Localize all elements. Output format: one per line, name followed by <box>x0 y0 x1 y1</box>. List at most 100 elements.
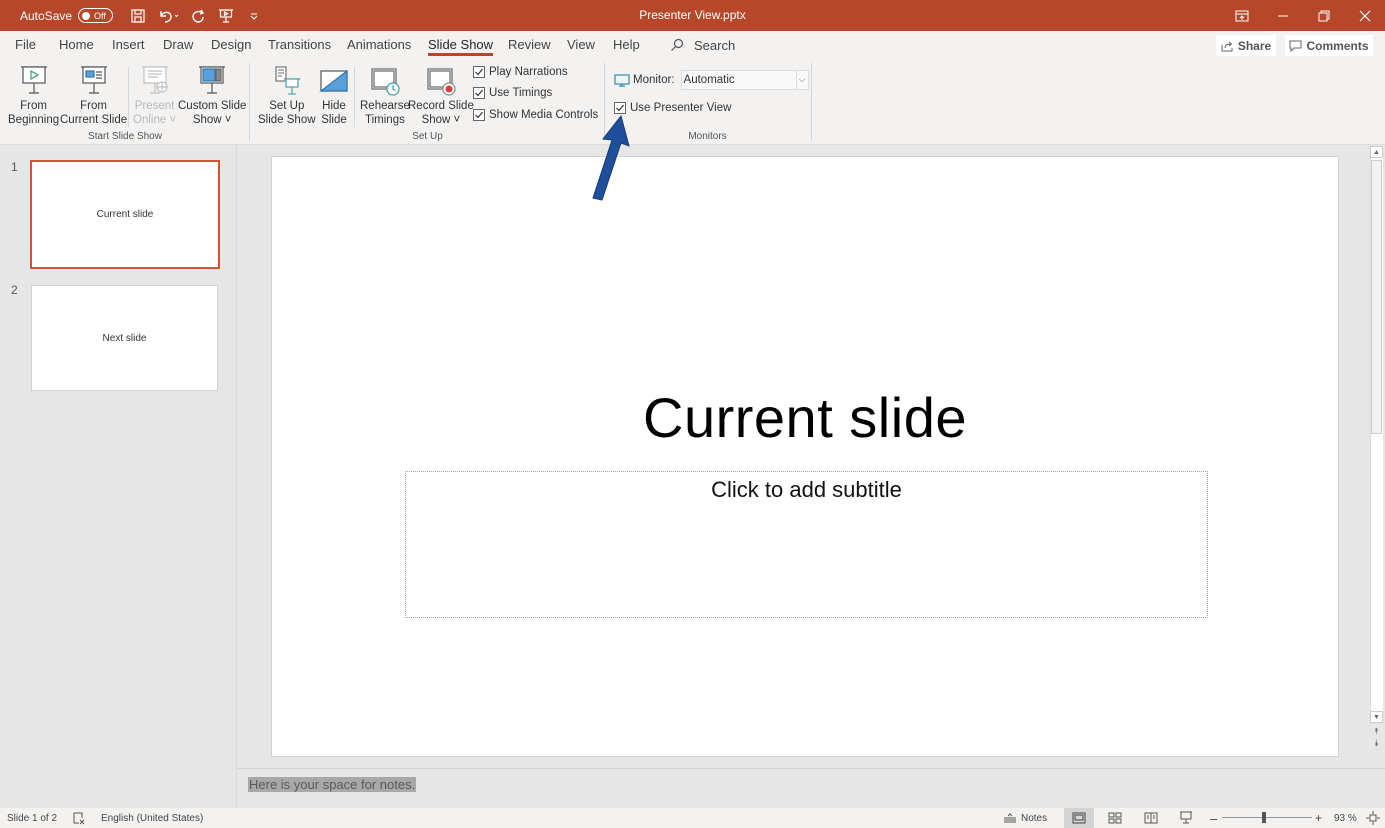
next-slide-icon[interactable]: ⯯ <box>1370 738 1383 749</box>
group-separator <box>811 63 812 141</box>
minimize-button[interactable] <box>1262 0 1303 31</box>
from-beginning-icon <box>18 63 50 97</box>
record-slide-show-label-1: Record Slide <box>408 100 474 112</box>
thumbnail-text: Next slide <box>102 332 147 344</box>
zoom-in-button[interactable]: + <box>1315 808 1322 828</box>
zoom-slider-thumb[interactable] <box>1261 812 1266 823</box>
custom-slide-show-label-1: Custom Slide <box>178 100 247 112</box>
autosave-toggle[interactable]: Off <box>78 8 114 23</box>
tab-view[interactable]: View <box>567 31 595 59</box>
title-bar: AutoSave Off Presenter View.pptx <box>0 0 1385 31</box>
monitor-dropdown[interactable]: Automatic ⌵ <box>680 70 809 90</box>
use-timings-checkbox[interactable]: Use Timings <box>473 87 552 99</box>
set-up-slide-show-button[interactable]: Set Up Slide Show <box>258 63 316 127</box>
start-from-beginning-icon[interactable] <box>215 5 237 27</box>
close-button[interactable] <box>1344 0 1385 31</box>
slide-sorter-button[interactable] <box>1100 808 1130 828</box>
notes-text[interactable]: Here is your space for notes. <box>248 777 417 792</box>
from-current-slide-button[interactable]: From Current Slide <box>60 63 127 127</box>
show-media-controls-checkbox[interactable]: Show Media Controls <box>473 109 598 121</box>
tab-transitions[interactable]: Transitions <box>268 31 331 59</box>
use-timings-label: Use Timings <box>489 87 553 99</box>
scroll-thumb[interactable] <box>1371 160 1382 434</box>
zoom-slider[interactable] <box>1222 817 1312 818</box>
ribbon-display-options-button[interactable] <box>1221 0 1262 31</box>
notes-pane[interactable]: Here is your space for notes. <box>238 772 1385 808</box>
vertical-scrollbar[interactable]: ▲ ▼ ⯭ ⯯ <box>1368 146 1385 768</box>
custom-slide-show-button[interactable]: Custom Slide Show ˅ <box>178 63 246 127</box>
status-bar: Slide 1 of 2 English (United States) Not… <box>0 808 1385 828</box>
spell-check-icon[interactable] <box>72 808 86 828</box>
hide-slide-button[interactable]: Hide Slide <box>318 63 350 127</box>
slide-thumbnail-2[interactable]: Next slide <box>31 285 218 391</box>
tab-file[interactable]: File <box>15 31 36 59</box>
from-current-slide-icon <box>78 63 110 97</box>
set-up-slide-show-label-2: Slide Show <box>258 114 316 126</box>
slide-title[interactable]: Current slide <box>272 385 1338 450</box>
tab-help[interactable]: Help <box>613 31 640 59</box>
slide-show-view-button[interactable] <box>1171 808 1201 828</box>
restore-icon <box>1318 10 1329 21</box>
hide-slide-label-1: Hide <box>322 100 346 112</box>
thumbnail-text: Current slide <box>96 209 154 220</box>
tab-review[interactable]: Review <box>508 31 551 59</box>
present-online-button[interactable]: Present Online ˅ <box>133 63 176 127</box>
checkbox-checked[interactable] <box>473 109 485 121</box>
restore-button[interactable] <box>1303 0 1344 31</box>
present-online-label-2: Online ˅ <box>133 114 177 126</box>
share-label: Share <box>1237 38 1272 53</box>
normal-view-icon <box>1072 812 1086 824</box>
undo-icon[interactable] <box>155 5 181 27</box>
reading-view-button[interactable] <box>1136 808 1166 828</box>
fit-to-window-button[interactable] <box>1366 808 1380 828</box>
checkbox-checked[interactable] <box>473 87 485 99</box>
chevron-down-icon[interactable]: ⌵ <box>795 71 808 89</box>
from-beginning-label-2: Beginning <box>8 114 60 126</box>
scroll-down-arrow-icon[interactable]: ▼ <box>1370 711 1383 723</box>
tab-animations[interactable]: Animations <box>347 31 411 59</box>
play-narrations-label: Play Narrations <box>489 66 568 78</box>
slide-number: 1 <box>11 160 18 174</box>
share-icon <box>1221 41 1233 51</box>
rehearse-timings-button[interactable]: Rehearse Timings <box>360 63 410 127</box>
notes-toggle-button[interactable]: Notes <box>1003 808 1047 828</box>
from-beginning-button[interactable]: From Beginning <box>8 63 59 127</box>
search-box[interactable]: Search <box>670 31 735 59</box>
slide-canvas[interactable]: Current slide Click to add subtitle <box>271 156 1339 757</box>
check-icon <box>475 89 483 97</box>
play-narrations-checkbox[interactable]: Play Narrations <box>473 66 568 78</box>
tab-home[interactable]: Home <box>59 31 94 59</box>
save-icon[interactable] <box>127 5 149 27</box>
custom-slide-show-label-2: Show ˅ <box>192 114 232 126</box>
search-icon <box>671 38 684 51</box>
tab-draw[interactable]: Draw <box>163 31 193 59</box>
autosave-state: Off <box>94 10 106 21</box>
group-separator <box>249 63 250 141</box>
record-slide-show-button[interactable]: Record Slide Show ˅ <box>408 63 474 127</box>
ribbon-tabs: File Home Insert Draw Design Transitions… <box>0 31 1385 59</box>
hide-slide-label-2: Slide <box>321 114 347 126</box>
slide-thumbnail-1[interactable]: Current slide <box>30 160 220 269</box>
group-label-start-slide-show: Start Slide Show <box>88 131 162 142</box>
show-media-controls-label: Show Media Controls <box>489 109 599 121</box>
checkbox-checked[interactable] <box>473 66 485 78</box>
customize-qat-icon[interactable] <box>243 5 265 27</box>
separator <box>354 67 355 127</box>
comments-button[interactable]: Comments <box>1285 35 1373 56</box>
share-button[interactable]: Share <box>1216 35 1276 56</box>
record-slide-show-label-2: Show ˅ <box>421 114 461 126</box>
scroll-up-arrow-icon[interactable]: ▲ <box>1370 146 1383 158</box>
tab-insert[interactable]: Insert <box>112 31 145 59</box>
normal-view-button[interactable] <box>1064 808 1094 828</box>
language-indicator[interactable]: English (United States) <box>101 808 203 828</box>
group-label-monitors: Monitors <box>688 131 727 142</box>
window-controls <box>1221 0 1385 31</box>
zoom-level[interactable]: 93 % <box>1334 808 1357 828</box>
redo-icon[interactable] <box>187 5 209 27</box>
tab-design[interactable]: Design <box>211 31 251 59</box>
previous-slide-icon[interactable]: ⯭ <box>1370 726 1383 737</box>
close-icon <box>1359 10 1370 21</box>
zoom-out-button[interactable]: – <box>1210 808 1217 828</box>
subtitle-placeholder[interactable]: Click to add subtitle <box>405 471 1208 618</box>
tab-slide-show[interactable]: Slide Show <box>428 31 494 59</box>
